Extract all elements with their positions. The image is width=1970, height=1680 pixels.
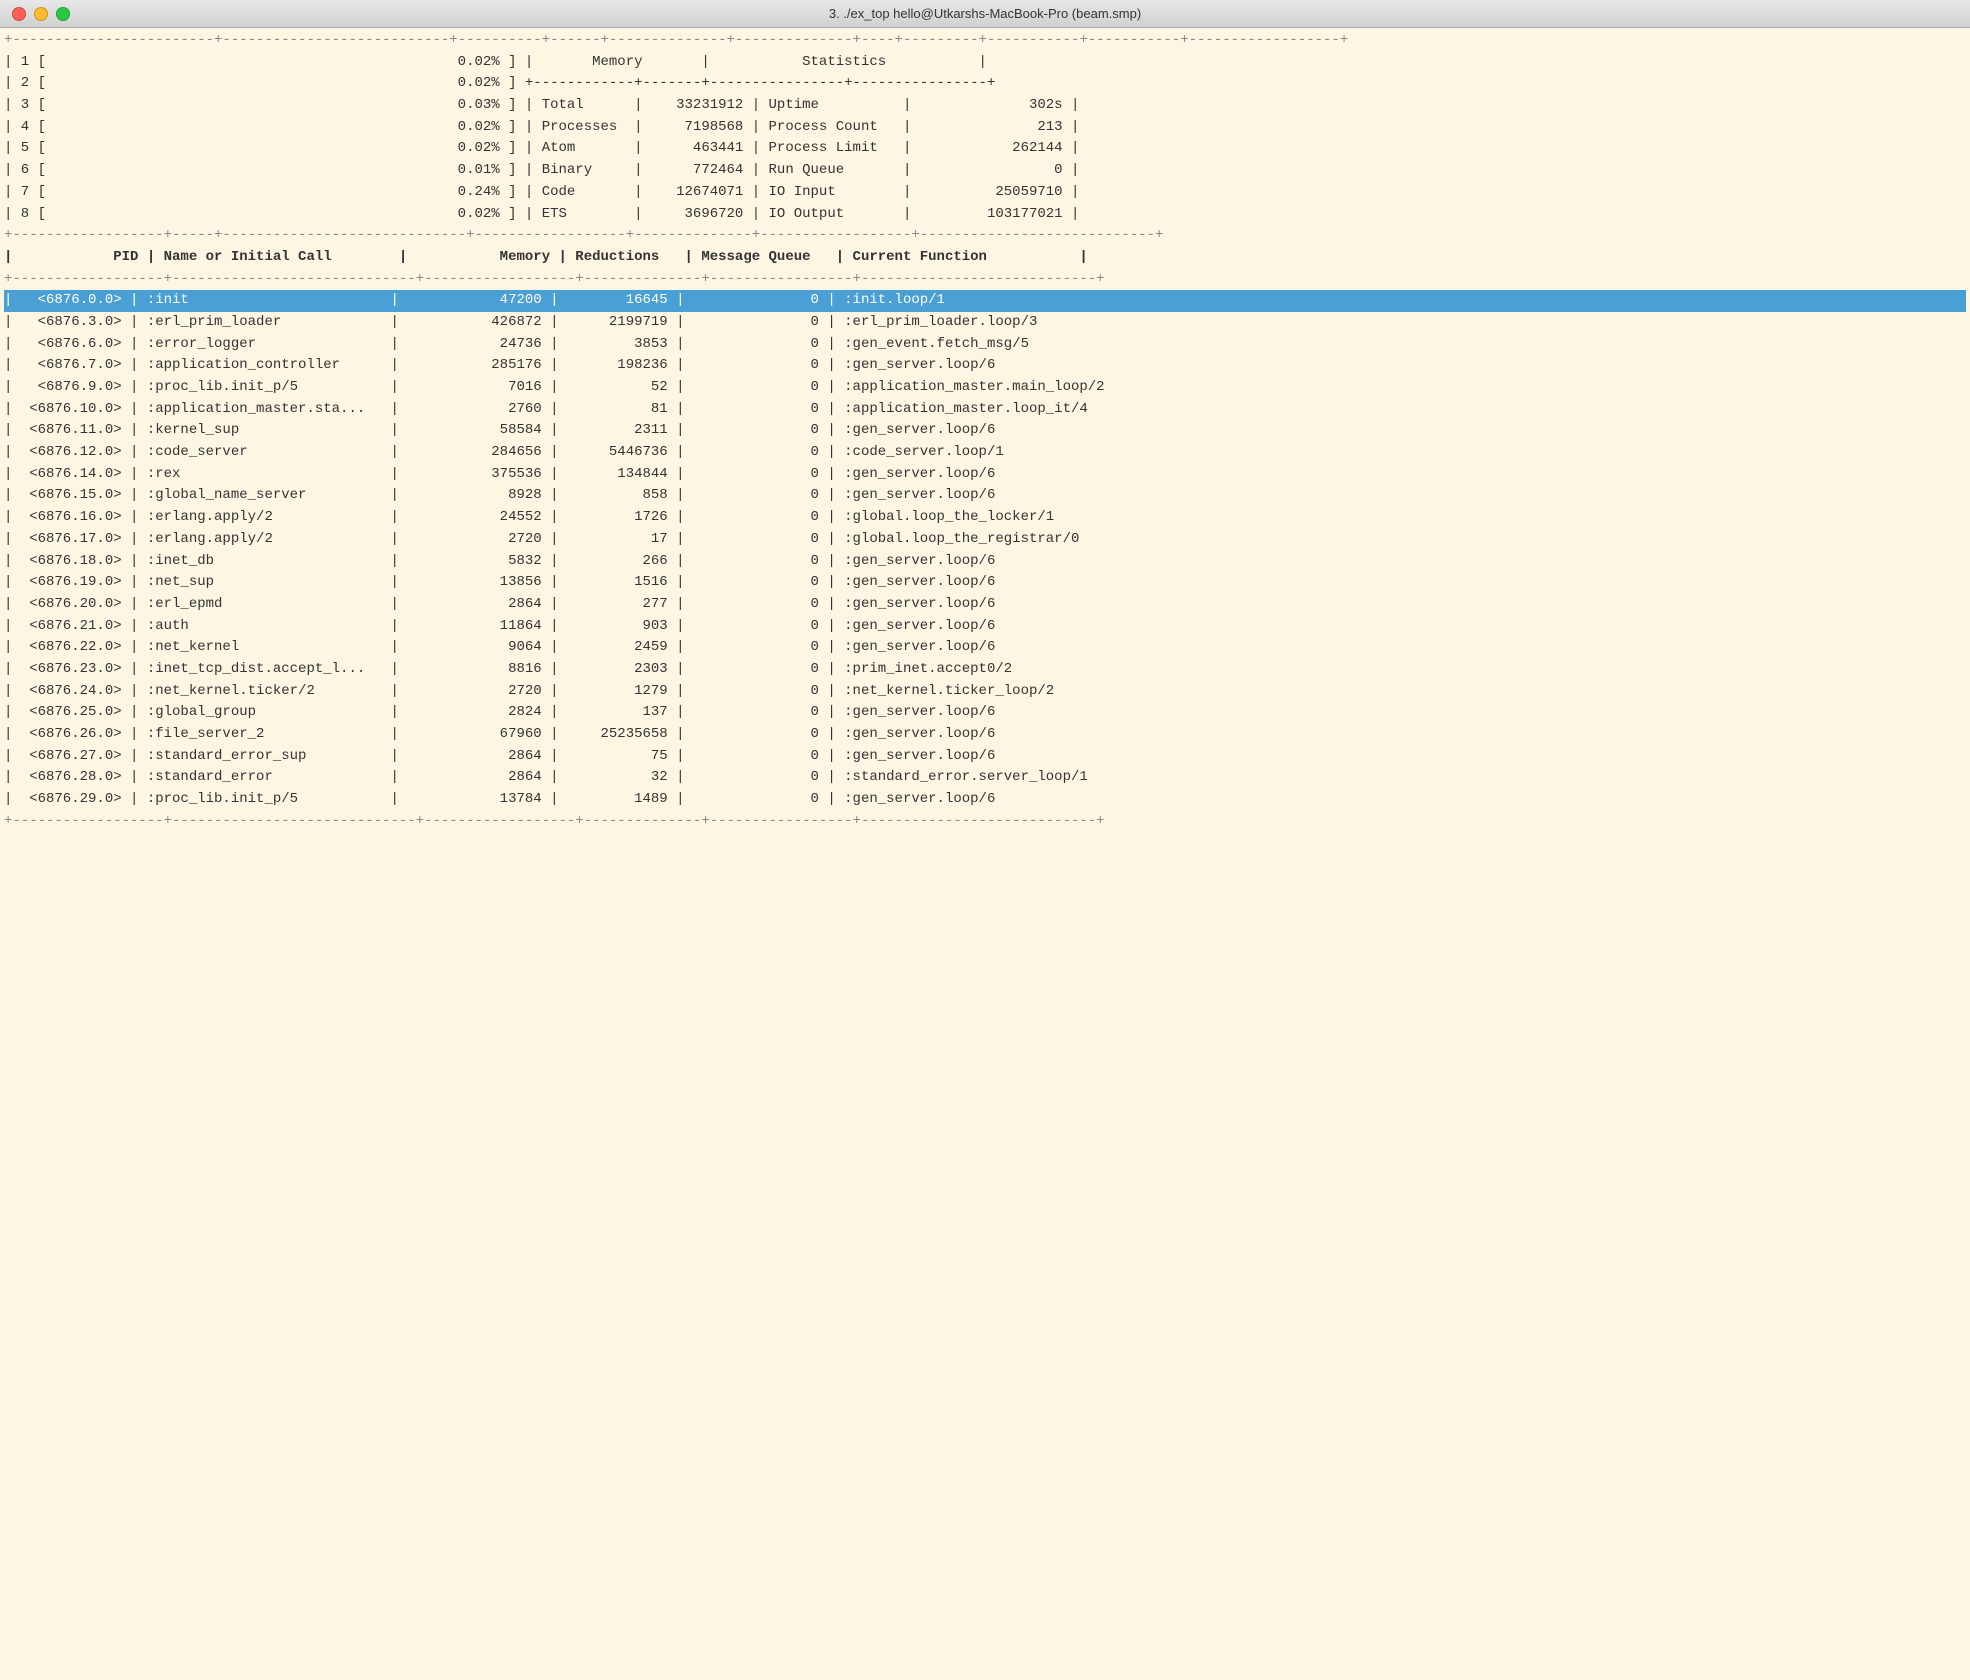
divider-line: +------------------+--------------------… — [4, 269, 1966, 291]
process-row[interactable]: | <6876.14.0> | :rex | 375536 | 134844 |… — [4, 464, 1966, 486]
process-row[interactable]: | <6876.10.0> | :application_master.sta.… — [4, 399, 1966, 421]
terminal[interactable]: +------------------------+--------------… — [0, 28, 1970, 1680]
table-row[interactable]: | 8 [ 0.02% ] | ETS | 3696720 | IO Outpu… — [4, 204, 1966, 226]
process-row[interactable]: | <6876.0.0> | :init | 47200 | 16645 | 0… — [4, 290, 1966, 312]
process-row[interactable]: | <6876.25.0> | :global_group | 2824 | 1… — [4, 702, 1966, 724]
process-row[interactable]: | <6876.20.0> | :erl_epmd | 2864 | 277 |… — [4, 594, 1966, 616]
table-row[interactable]: | 5 [ 0.02% ] | Atom | 463441 | Process … — [4, 138, 1966, 160]
process-row[interactable]: | <6876.9.0> | :proc_lib.init_p/5 | 7016… — [4, 377, 1966, 399]
process-row[interactable]: | <6876.24.0> | :net_kernel.ticker/2 | 2… — [4, 681, 1966, 703]
table-row[interactable]: | 2 [ 0.02% ] +------------+-------+----… — [4, 73, 1966, 95]
process-row[interactable]: | <6876.12.0> | :code_server | 284656 | … — [4, 442, 1966, 464]
minimize-button[interactable] — [34, 7, 48, 21]
process-row[interactable]: | <6876.15.0> | :global_name_server | 89… — [4, 485, 1966, 507]
process-row[interactable]: | <6876.22.0> | :net_kernel | 9064 | 245… — [4, 637, 1966, 659]
table-row[interactable]: | 7 [ 0.24% ] | Code | 12674071 | IO Inp… — [4, 182, 1966, 204]
process-row[interactable]: | <6876.3.0> | :erl_prim_loader | 426872… — [4, 312, 1966, 334]
window-controls — [12, 7, 70, 21]
table-row[interactable]: | 3 [ 0.03% ] | Total | 33231912 | Uptim… — [4, 95, 1966, 117]
process-row[interactable]: | <6876.6.0> | :error_logger | 24736 | 3… — [4, 334, 1966, 356]
title-bar: 3. ./ex_top hello@Utkarshs-MacBook-Pro (… — [0, 0, 1970, 28]
process-row[interactable]: | <6876.11.0> | :kernel_sup | 58584 | 23… — [4, 420, 1966, 442]
table-row[interactable]: | 1 [ 0.02% ] | Memory | Statistics | — [4, 52, 1966, 74]
process-row[interactable]: | <6876.26.0> | :file_server_2 | 67960 |… — [4, 724, 1966, 746]
table-row[interactable]: | 6 [ 0.01% ] | Binary | 772464 | Run Qu… — [4, 160, 1966, 182]
process-row[interactable]: | <6876.28.0> | :standard_error | 2864 |… — [4, 767, 1966, 789]
process-row[interactable]: | <6876.27.0> | :standard_error_sup | 28… — [4, 746, 1966, 768]
divider-line: +------------------+--------------------… — [4, 811, 1966, 833]
process-row[interactable]: | <6876.18.0> | :inet_db | 5832 | 266 | … — [4, 551, 1966, 573]
term-content: +------------------------+--------------… — [0, 28, 1970, 834]
process-row[interactable]: | <6876.21.0> | :auth | 11864 | 903 | 0 … — [4, 616, 1966, 638]
table-row[interactable]: | 4 [ 0.02% ] | Processes | 7198568 | Pr… — [4, 117, 1966, 139]
divider-line: +------------------------+--------------… — [4, 30, 1966, 52]
process-row[interactable]: | <6876.7.0> | :application_controller |… — [4, 355, 1966, 377]
process-row[interactable]: | <6876.16.0> | :erlang.apply/2 | 24552 … — [4, 507, 1966, 529]
process-row[interactable]: | <6876.17.0> | :erlang.apply/2 | 2720 |… — [4, 529, 1966, 551]
close-button[interactable] — [12, 7, 26, 21]
divider-line: +------------------+-----+--------------… — [4, 225, 1966, 247]
process-row[interactable]: | <6876.23.0> | :inet_tcp_dist.accept_l.… — [4, 659, 1966, 681]
column-header: | PID | Name or Initial Call | Memory | … — [4, 247, 1966, 269]
window-title: 3. ./ex_top hello@Utkarshs-MacBook-Pro (… — [829, 6, 1141, 21]
process-row[interactable]: | <6876.19.0> | :net_sup | 13856 | 1516 … — [4, 572, 1966, 594]
maximize-button[interactable] — [56, 7, 70, 21]
process-row[interactable]: | <6876.29.0> | :proc_lib.init_p/5 | 137… — [4, 789, 1966, 811]
